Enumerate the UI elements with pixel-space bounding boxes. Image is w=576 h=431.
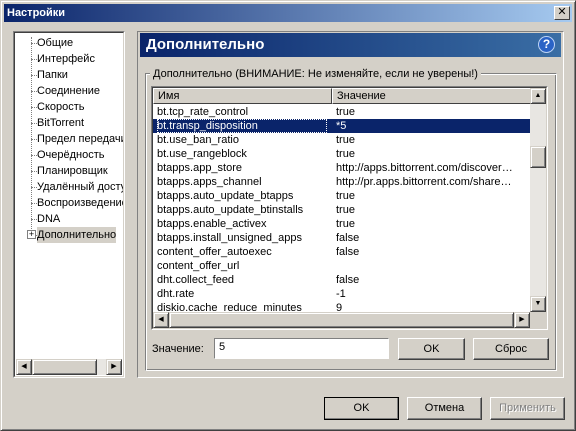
list-horizontal-scrollbar[interactable]: ◀ ▶ — [153, 312, 530, 328]
setting-name: bt.use_ban_ratio — [157, 134, 239, 146]
setting-value: true — [336, 218, 355, 230]
setting-value: true — [336, 134, 355, 146]
setting-name: bt.use_rangeblock — [157, 148, 247, 160]
section-header: Дополнительно ? — [140, 33, 561, 57]
advanced-settings-list[interactable]: Имя Значение bt.tcp_rate_control true bt.t… — [151, 86, 548, 330]
tree-item[interactable]: Воспроизведение — [37, 195, 123, 211]
value-ok-button[interactable]: OK — [398, 338, 465, 360]
tree-item[interactable]: Общие — [37, 35, 73, 51]
ok-button[interactable]: OK — [324, 397, 399, 420]
help-icon[interactable]: ? — [538, 36, 555, 53]
reset-button[interactable]: Сброс — [473, 338, 549, 360]
column-header-value[interactable]: Значение — [332, 88, 531, 104]
group-label: Дополнительно (ВНИМАНИЕ: Не изменяйте, е… — [150, 67, 481, 81]
table-row[interactable]: btapps.enable_activex true — [153, 217, 531, 231]
table-row[interactable]: btapps.apps_channel http://pr.apps.bittor… — [153, 175, 531, 189]
scroll-down-icon[interactable]: ▼ — [530, 296, 546, 312]
settings-window: Настройки ✕ Общие Интерфейс Папки Соединени… — [0, 0, 576, 431]
table-row[interactable]: bt.tcp_rate_control true — [153, 105, 531, 119]
list-hscroll-thumb[interactable] — [169, 312, 514, 328]
value-label: Значение: — [152, 343, 204, 355]
setting-value: true — [336, 106, 355, 118]
scroll-right-icon[interactable]: ▶ — [106, 359, 122, 375]
table-row[interactable]: bt.use_rangeblock true — [153, 147, 531, 161]
table-row[interactable]: btapps.app_store http://apps.bittorrent.c… — [153, 161, 531, 175]
scroll-right-icon[interactable]: ▶ — [514, 312, 530, 328]
table-row[interactable]: content_offer_autoexec false — [153, 245, 531, 259]
scroll-up-icon[interactable]: ▲ — [530, 88, 546, 104]
setting-name: bt.tcp_rate_control — [157, 106, 249, 118]
setting-value: true — [336, 204, 355, 216]
setting-name: btapps.enable_activex — [157, 218, 267, 230]
window-title: Настройки — [7, 7, 66, 19]
setting-value: true — [336, 190, 355, 202]
settings-tree: Общие Интерфейс Папки Соединение Скорость Bit… — [13, 31, 125, 378]
table-row[interactable]: btapps.auto_update_btinstalls true — [153, 203, 531, 217]
tree-item[interactable]: Планировщик — [37, 163, 108, 179]
setting-name: content_offer_url — [157, 260, 240, 272]
table-row[interactable]: content_offer_url — [153, 259, 531, 273]
value-input[interactable]: 5 — [214, 338, 389, 359]
title-bar: Настройки ✕ — [4, 4, 572, 22]
scroll-corner — [530, 312, 546, 328]
setting-name: dht.rate — [157, 288, 195, 300]
table-row[interactable]: dht.collect_feed false — [153, 273, 531, 287]
tree-item[interactable]: Соединение — [37, 83, 100, 99]
expand-icon[interactable]: + — [27, 230, 36, 239]
table-row[interactable]: bt.transp_disposition *5 — [153, 119, 531, 133]
tree-item[interactable]: Скорость — [37, 99, 85, 115]
tree-item[interactable]: Папки — [37, 67, 68, 83]
tree-item[interactable]: DNA — [37, 211, 60, 227]
table-row[interactable]: btapps.auto_update_btapps true — [153, 189, 531, 203]
setting-value: true — [336, 148, 355, 160]
tree-item[interactable]: BitTorrent — [37, 115, 84, 131]
list-header: Имя Значение — [153, 88, 531, 104]
tree-connector — [31, 37, 32, 237]
setting-name: btapps.auto_update_btinstalls — [157, 204, 304, 216]
setting-name: btapps.install_unsigned_apps — [157, 232, 302, 244]
close-icon[interactable]: ✕ — [554, 6, 570, 20]
list-vertical-scrollbar[interactable]: ▲ ▼ — [530, 88, 546, 312]
setting-value: false — [336, 246, 360, 258]
setting-value: false — [336, 232, 360, 244]
setting-value — [336, 259, 530, 273]
setting-value: -1 — [336, 288, 346, 300]
setting-name: content_offer_autoexec — [157, 246, 272, 258]
tree-item[interactable]: Удалённый доступ — [37, 179, 123, 195]
scroll-left-icon[interactable]: ◀ — [153, 312, 169, 328]
apply-button[interactable]: Применить — [490, 397, 565, 420]
setting-value: http://pr.apps.bittorrent.com/share… — [336, 176, 512, 188]
setting-name: bt.transp_disposition — [157, 119, 327, 133]
setting-value: http://apps.bittorrent.com/discover… — [336, 162, 513, 174]
table-row[interactable]: btapps.install_unsigned_apps false — [153, 231, 531, 245]
setting-value: *5 — [336, 120, 347, 132]
tree-item[interactable]: Очерёдность — [37, 147, 105, 163]
column-header-name[interactable]: Имя — [153, 88, 332, 104]
tree-item[interactable]: Предел передачи — [37, 131, 123, 147]
tree-scroll-thumb[interactable] — [32, 359, 97, 375]
list-scroll-thumb[interactable] — [530, 146, 546, 168]
setting-name: dht.collect_feed — [157, 274, 235, 286]
setting-name: btapps.apps_channel — [157, 176, 262, 188]
scroll-left-icon[interactable]: ◀ — [16, 359, 32, 375]
setting-value: false — [336, 274, 360, 286]
section-title: Дополнительно — [146, 36, 265, 53]
tree-horizontal-scrollbar[interactable]: ◀ ▶ — [16, 359, 122, 375]
table-row[interactable]: bt.use_ban_ratio true — [153, 133, 531, 147]
setting-name: btapps.auto_update_btapps — [157, 190, 294, 202]
tree-item[interactable]: Интерфейс — [37, 51, 95, 67]
table-row[interactable]: dht.rate -1 — [153, 287, 531, 301]
tree-item[interactable]: Дополнительно — [37, 227, 117, 243]
setting-name: btapps.app_store — [157, 162, 243, 174]
cancel-button[interactable]: Отмена — [407, 397, 482, 420]
